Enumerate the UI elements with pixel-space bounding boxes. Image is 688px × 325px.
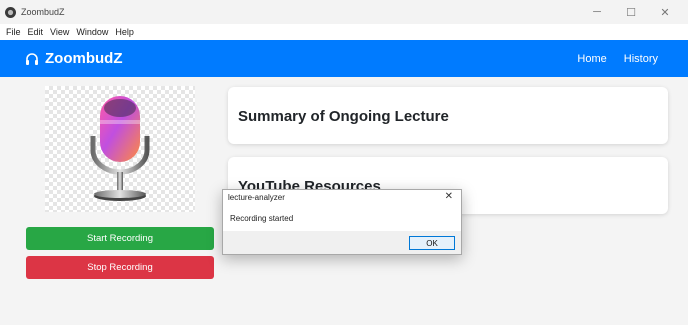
app-navbar: ZoombudZ Home History (0, 40, 688, 77)
close-window-button[interactable]: ✕ (648, 0, 682, 24)
menu-edit[interactable]: Edit (28, 27, 44, 37)
app-logo-icon (5, 6, 16, 18)
dialog-footer: OK (223, 231, 461, 254)
menu-help[interactable]: Help (115, 27, 134, 37)
menu-window[interactable]: Window (76, 27, 108, 37)
window-title: ZoombudZ (21, 7, 65, 17)
nav-links: Home History (560, 40, 658, 77)
nav-link-history[interactable]: History (624, 53, 658, 65)
menu-view[interactable]: View (50, 27, 69, 37)
brand[interactable]: ZoombudZ (25, 50, 122, 67)
menu-bar: File Edit View Window Help (0, 24, 688, 40)
summary-card-title: Summary of Ongoing Lecture (238, 108, 449, 125)
start-recording-button[interactable]: Start Recording (26, 227, 214, 250)
menu-file[interactable]: File (6, 27, 21, 37)
dialog-close-icon[interactable]: ✕ (445, 191, 453, 202)
dialog-body: Recording started (223, 205, 461, 231)
window-titlebar: ZoombudZ ─ ☐ ✕ (0, 0, 688, 24)
headphones-icon (25, 52, 39, 66)
message-dialog: lecture-analyzer ✕ Recording started OK (222, 189, 462, 255)
microphone-icon (90, 96, 150, 201)
window-controls: ─ ☐ ✕ (580, 0, 682, 24)
maximize-button[interactable]: ☐ (614, 0, 648, 24)
dialog-message: Recording started (230, 214, 294, 223)
nav-link-home[interactable]: Home (577, 53, 606, 65)
microphone-image (45, 86, 195, 212)
dialog-title: lecture-analyzer (228, 193, 285, 202)
minimize-button[interactable]: ─ (580, 0, 614, 24)
ok-button[interactable]: OK (409, 236, 455, 250)
stop-recording-button[interactable]: Stop Recording (26, 256, 214, 279)
brand-name: ZoombudZ (45, 50, 123, 67)
summary-card: Summary of Ongoing Lecture (228, 87, 668, 144)
